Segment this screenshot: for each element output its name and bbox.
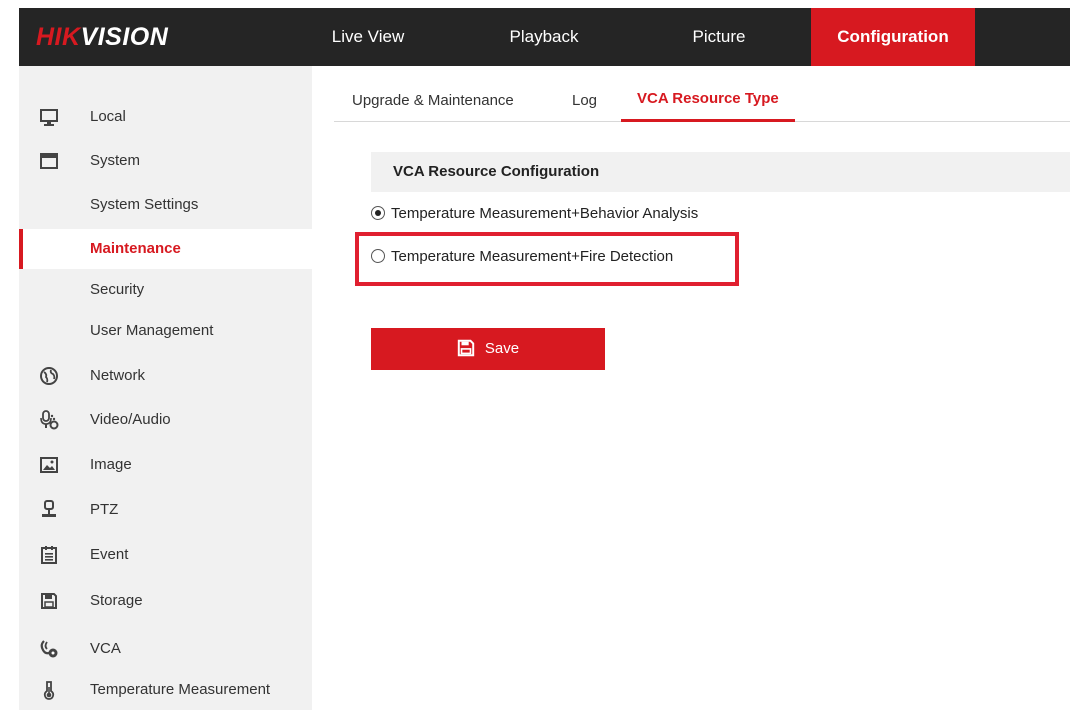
sidebar-item-label: Image <box>90 456 132 473</box>
sidebar-item-user-management[interactable]: User Management <box>19 311 312 351</box>
globe-icon <box>40 367 58 385</box>
ptz-camera-icon <box>42 500 56 517</box>
nav-picture[interactable]: Picture <box>669 8 769 66</box>
image-icon <box>40 457 58 473</box>
radio-button-checked[interactable] <box>371 206 385 220</box>
vca-icon <box>40 640 58 658</box>
sidebar-item-ptz[interactable]: PTZ <box>19 490 312 530</box>
sidebar-item-label: System <box>90 152 141 169</box>
sidebar-item-label: Local <box>90 108 126 125</box>
sidebar-item-label: Network <box>90 367 146 384</box>
sidebar-item-network[interactable]: Network <box>19 356 312 396</box>
sidebar-item-label: Video/Audio <box>90 411 171 428</box>
tab-vca-resource-type-label: VCA Resource Type <box>637 90 779 107</box>
sidebar-item-video-audio[interactable]: Video/Audio <box>19 400 312 440</box>
sidebar-item-label: Temperature Measurement <box>90 681 271 698</box>
sidebar-item-event[interactable]: Event <box>19 535 312 575</box>
sidebar-item-label: Event <box>90 546 129 563</box>
tab-bar: Upgrade & Maintenance Log VCA Resource T… <box>334 66 1070 122</box>
sidebar-item-label: VCA <box>90 640 121 657</box>
tab-log[interactable]: Log <box>572 66 597 121</box>
microphone-icon <box>40 410 59 430</box>
active-indicator <box>19 229 23 269</box>
monitor-icon <box>40 109 58 126</box>
tab-upgrade-maintenance[interactable]: Upgrade & Maintenance <box>352 66 514 121</box>
save-button[interactable]: Save <box>371 328 605 370</box>
top-navigation-bar: HIKVISION Live View Playback Picture Con… <box>19 8 1070 66</box>
sidebar-item-storage[interactable]: Storage <box>19 581 312 621</box>
window-icon <box>40 153 58 169</box>
sidebar-item-label: Security <box>90 281 145 298</box>
sidebar-item-system[interactable]: System <box>19 141 312 181</box>
sidebar-item-local[interactable]: Local <box>19 97 312 137</box>
hikvision-logo: HIKVISION <box>36 24 168 50</box>
nav-configuration[interactable]: Configuration <box>811 8 975 66</box>
active-tab-underline <box>621 119 795 122</box>
floppy-disk-icon <box>457 339 475 357</box>
floppy-disk-icon <box>41 593 57 609</box>
sidebar-item-label: Storage <box>90 592 143 609</box>
sidebar-item-system-settings[interactable]: System Settings <box>19 185 312 225</box>
sidebar-item-label: PTZ <box>90 501 119 518</box>
sidebar-item-image[interactable]: Image <box>19 445 312 485</box>
section-title: VCA Resource Configuration <box>393 163 600 180</box>
sidebar-item-security[interactable]: Security <box>19 270 312 310</box>
sidebar-item-label: Maintenance <box>90 240 181 257</box>
sidebar: Local System System Settings Maintenance… <box>19 66 312 710</box>
section-header: VCA Resource Configuration <box>371 152 1070 192</box>
calendar-icon <box>41 546 57 564</box>
highlight-annotation-box <box>355 232 739 286</box>
logo-white-text: VISION <box>80 23 169 51</box>
tab-vca-resource-type[interactable]: VCA Resource Type <box>621 66 795 122</box>
nav-live-view[interactable]: Live View <box>319 8 417 66</box>
sidebar-item-label: User Management <box>90 322 214 339</box>
sidebar-item-maintenance[interactable]: Maintenance <box>19 229 312 269</box>
save-button-label: Save <box>484 340 520 357</box>
logo-red-text: HIK <box>36 23 81 51</box>
radio-option-behavior-analysis[interactable]: Temperature Measurement+Behavior Analysi… <box>371 200 698 228</box>
sidebar-item-temperature-measurement[interactable]: Temperature Measurement <box>19 670 312 710</box>
nav-playback[interactable]: Playback <box>489 8 599 66</box>
radio-label: Temperature Measurement+Behavior Analysi… <box>391 205 699 222</box>
sidebar-item-label: System Settings <box>90 196 199 213</box>
thermometer-icon <box>43 681 55 700</box>
sidebar-item-vca[interactable]: VCA <box>19 629 312 669</box>
